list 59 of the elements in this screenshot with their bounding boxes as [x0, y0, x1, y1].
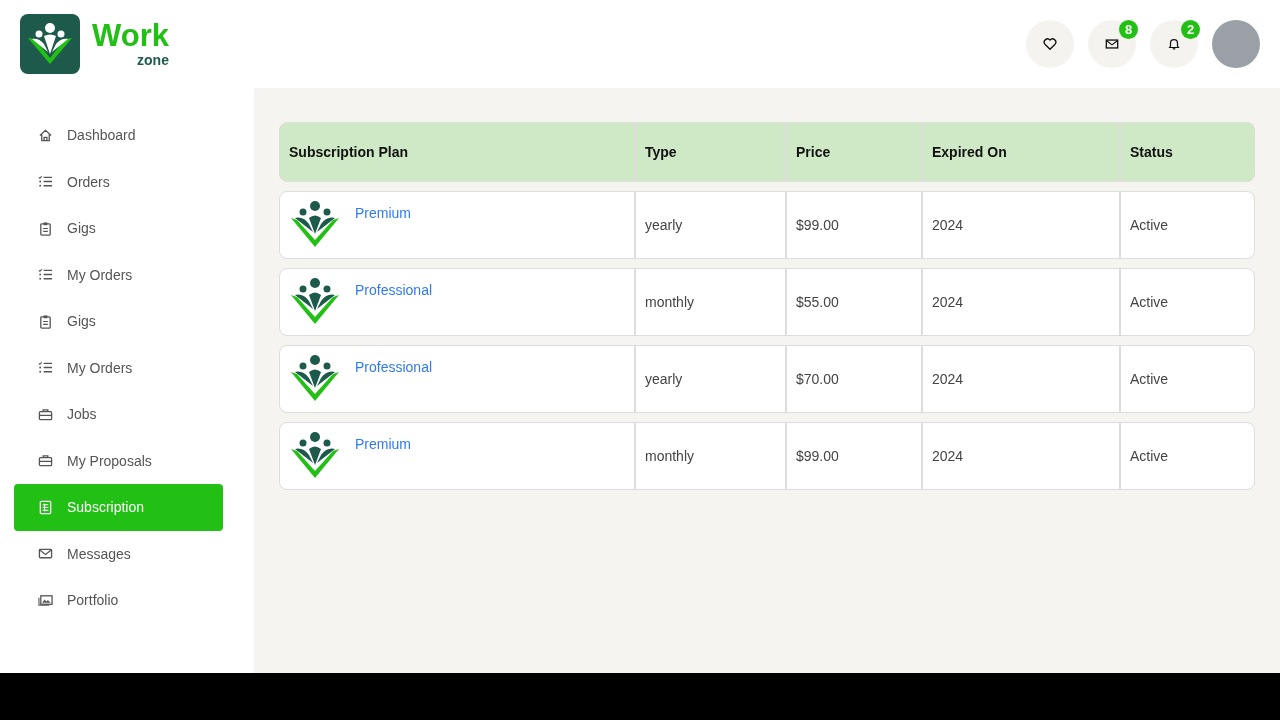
clipboard-icon [38, 313, 53, 329]
sidebar-item[interactable]: Gigs [14, 205, 223, 252]
avatar-photo-placeholder[interactable] [1212, 20, 1260, 68]
table-cell-text: Active [1129, 370, 1170, 389]
table-cell: 2024 [923, 423, 1121, 489]
table-cell: $55.00 [787, 269, 923, 335]
home-icon [38, 127, 53, 143]
table-cell: 2024 [923, 192, 1121, 258]
logo-subtitle: zone [137, 52, 169, 68]
table-cell-text: Active [1129, 293, 1170, 312]
briefcase-icon [38, 453, 53, 469]
briefcase-icon [38, 406, 53, 422]
table-cell: yearly [636, 192, 787, 258]
plan-link[interactable]: Professional [355, 282, 433, 298]
plan-link[interactable]: Professional [355, 359, 433, 375]
column-header: Subscription Plan [280, 123, 636, 181]
sidebar-item[interactable]: Orders [14, 158, 223, 205]
plan-link[interactable]: Premium [355, 436, 411, 452]
column-header: Price [787, 123, 923, 181]
table-cell: $99.00 [787, 192, 923, 258]
sidebar-item[interactable]: Portfolio [14, 577, 223, 624]
table-cell: yearly [636, 346, 787, 412]
logo-icon [20, 14, 80, 74]
sidebar-item[interactable]: Dashboard [14, 112, 223, 159]
plan-link[interactable]: Premium [355, 205, 411, 221]
sidebar-item[interactable]: Messages [14, 530, 223, 577]
table-cell-text: Active [1129, 216, 1170, 235]
checklist-icon [38, 267, 53, 283]
sidebar-item[interactable]: Jobs [14, 391, 223, 438]
people-logo-icon [289, 354, 341, 402]
table-cell: 2024 [923, 346, 1121, 412]
heart-icon [1043, 37, 1057, 51]
sidebar-item[interactable]: My Orders [14, 251, 223, 298]
favorites-button[interactable] [1026, 20, 1074, 68]
checklist-icon [38, 360, 53, 376]
people-logo-icon [289, 431, 341, 479]
people-logo-icon [289, 200, 341, 248]
table-cell: monthly [636, 269, 787, 335]
column-header: Type [636, 123, 787, 181]
sidebar-item[interactable]: Gigs [14, 298, 223, 345]
people-logo-icon [289, 277, 341, 325]
count-badge: 8 [1119, 20, 1138, 39]
sidebar-item[interactable]: My Proposals [14, 437, 223, 484]
clipboard-icon [38, 220, 53, 236]
mail-icon [1105, 37, 1119, 51]
column-header: Expired On [923, 123, 1121, 181]
table-cell: monthly [636, 423, 787, 489]
count-badge: 2 [1181, 20, 1200, 39]
sidebar-item[interactable]: My Orders [14, 344, 223, 391]
logo-title: Work [92, 20, 169, 52]
checklist-icon [38, 174, 53, 190]
picture-icon [38, 592, 53, 608]
bell-icon [1167, 37, 1181, 51]
table-cell: $70.00 [787, 346, 923, 412]
table-cell: 2024 [923, 269, 1121, 335]
column-header: Status [1129, 143, 1174, 162]
table-cell: $99.00 [787, 423, 923, 489]
spreadsheet-icon [38, 499, 53, 515]
table-cell-text: Active [1129, 447, 1170, 466]
